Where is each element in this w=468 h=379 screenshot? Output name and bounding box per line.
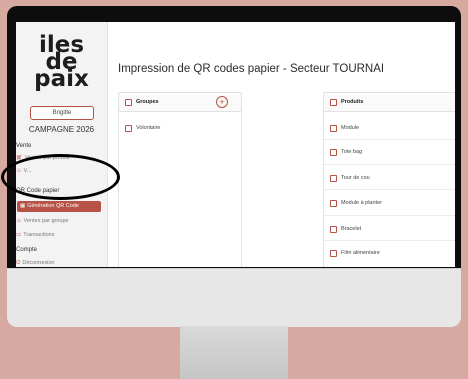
product-checkbox[interactable] [330, 226, 337, 233]
sidebar-item-ventes-par-groupe[interactable]: ☺ Ventes par groupe [16, 218, 69, 224]
product-label: Module [341, 125, 360, 131]
app-screen: iles de paix Brigitte CAMPAGNE 2026 Vent… [16, 22, 455, 267]
groups-header-label: Groupes [136, 99, 159, 105]
user-button[interactable]: Brigitte [30, 106, 94, 120]
row-divider [324, 240, 455, 241]
row-divider [324, 139, 455, 140]
campaign-label: CAMPAGNE 2026 [28, 125, 95, 134]
monitor-stand [180, 326, 288, 379]
product-label: Tour de cou [341, 175, 370, 181]
product-label: Film alimentaire [341, 250, 380, 256]
section-vente: Vente [16, 143, 32, 149]
row-divider [324, 164, 455, 165]
product-checkbox[interactable] [330, 149, 337, 156]
groups-select-all-checkbox[interactable] [125, 99, 132, 106]
product-label: Module à planter [341, 200, 382, 206]
qr-icon: ▦ [20, 203, 26, 209]
group-icon: ☺ [16, 218, 22, 224]
product-label: Bracelet [341, 226, 362, 232]
monitor-chin [7, 268, 461, 327]
product-checkbox[interactable] [330, 200, 337, 207]
products-panel: Produits Module Tote bag Tour de cou Mod… [323, 92, 455, 267]
products-header-label: Produits [341, 99, 364, 105]
page-title: Impression de QR codes papier - Secteur … [118, 63, 385, 75]
products-header: Produits [324, 93, 455, 112]
sidebar-item-deconnexion[interactable]: ⏻ Déconnexion [16, 260, 54, 267]
section-compte: Compte [16, 247, 38, 253]
group-checkbox-volontaire[interactable] [125, 125, 132, 132]
product-checkbox[interactable] [330, 250, 337, 257]
row-divider [324, 215, 455, 216]
groups-panel: Groupes + Volontaire [118, 92, 242, 267]
sidebar-item-generation-qr-code[interactable]: ▦ Génération QR Code [17, 201, 101, 212]
sidebar-item-transactions[interactable]: ▭ Transactions [16, 232, 54, 238]
product-checkbox[interactable] [330, 125, 337, 132]
add-group-button[interactable]: + [216, 96, 228, 108]
card-icon: ▭ [16, 232, 22, 238]
groups-header: Groupes + [119, 93, 241, 112]
product-checkbox[interactable] [330, 175, 337, 182]
sidebar: iles de paix Brigitte CAMPAGNE 2026 Vent… [16, 22, 108, 267]
group-label: Volontaire [136, 125, 161, 131]
highlight-ellipse [1, 154, 120, 200]
row-divider [324, 189, 455, 190]
product-label: Tote bag [341, 149, 363, 155]
logout-icon: ⏻ [16, 260, 21, 266]
products-select-all-checkbox[interactable] [330, 99, 337, 106]
